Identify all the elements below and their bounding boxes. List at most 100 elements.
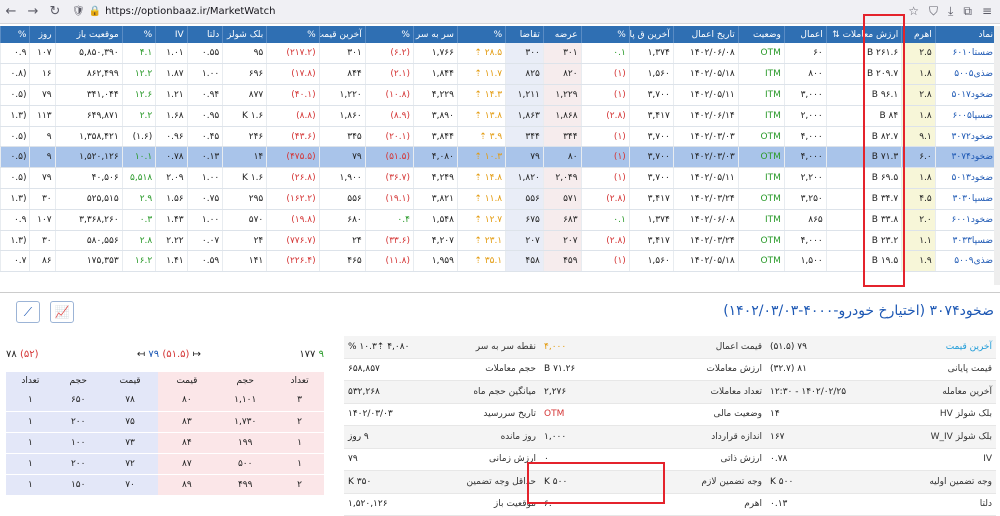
table-row[interactable]: ضخود۶۰۰۱۲.۰۳۳.۸ B۸۶۵ITM۱۴۰۲/۰۶/۰۸۱,۳۷۴۰.… [1, 209, 997, 230]
symbol-cell[interactable]: ضسپا۶۰۰۵ [935, 105, 996, 126]
table-row[interactable]: ضخود۳۰۷۴۶.۰۷۱.۳ B۴,۰۰۰OTM۱۴۰۲/۰۳/۰۳۳,۷۰۰… [1, 147, 997, 168]
orderbook-cell: ۷۳ [102, 432, 159, 453]
table-cell: ۷۹ [30, 85, 55, 106]
symbol-cell[interactable]: ضخود۶۰۰۱ [935, 209, 996, 230]
column-header[interactable]: وضعیت [738, 26, 784, 43]
table-row[interactable]: ضسپا۶۰۰۵۱.۸۸۴ B۲,۰۰۰ITM۱۴۰۲/۰۶/۱۴۳,۴۱۷(۲… [1, 105, 997, 126]
column-header[interactable]: % [1, 26, 30, 43]
symbol-cell[interactable]: ضخود۳۰۷۲ [935, 126, 996, 147]
symbol-cell[interactable]: ضخود۳۰۷۴ [935, 147, 996, 168]
payoff-chart-button[interactable]: ⟋ [16, 301, 40, 323]
column-header[interactable]: IV [156, 26, 187, 43]
table-cell: ITM [738, 85, 784, 106]
info-cell: دلتا۰.۱۳ [766, 499, 996, 509]
info-label: آخرین معامله [942, 387, 992, 397]
info-value: OTM [544, 409, 564, 419]
table-row[interactable]: ضخود۵۰۱۷۲.۸۹۶.۱ B۳,۰۰۰ITM۱۴۰۲/۰۵/۱۱۳,۷۰۰… [1, 85, 997, 106]
table-cell: ۳,۷۰۰ [629, 85, 673, 106]
table-cell: (۲.۸) [581, 105, 629, 126]
forward-icon[interactable]: → [22, 1, 44, 23]
table-cell: ۳,۷۰۰ [629, 168, 673, 189]
table-cell: ۲.۲۲ [156, 230, 187, 251]
column-header[interactable]: اعمال [784, 26, 826, 43]
orderbook-cell: ۶۵۰ [55, 390, 102, 411]
table-cell: ۲.۰ [902, 209, 936, 230]
orderbook-row[interactable]: ۱۲۰۰۷۵۸۳۱,۷۳۰۲ [6, 411, 324, 432]
address-bar[interactable]: 🛡 🔒 https://optionbaaz.ir/MarketWatch [72, 3, 902, 21]
info-value: ۰.۱۳ [770, 499, 787, 509]
table-row[interactable]: ضخود۵۰۱۳۱.۸۶۹.۵ B۲,۲۰۰ITM۱۴۰۲/۰۵/۱۱۳,۷۰۰… [1, 168, 997, 189]
orderbook-row[interactable]: ۱۲۰۰۷۲۸۷۵۰۰۱ [6, 453, 324, 474]
table-cell: ۰.۹۵ [187, 105, 223, 126]
column-header[interactable]: موقعیت باز [55, 26, 122, 43]
symbol-cell[interactable]: ضسپا۳۰۳۰ [935, 189, 996, 210]
symbol-cell[interactable]: ضستا۶۰۱۰ [935, 43, 996, 64]
column-header[interactable]: بلک شولز [223, 26, 267, 43]
table-cell: ۲۴ [223, 230, 267, 251]
column-header[interactable]: تقاضا [506, 26, 544, 43]
right-count: ۱۷۷ [299, 349, 315, 360]
pocket-icon[interactable]: ⛉ [929, 4, 938, 19]
chart-line-button[interactable]: 📈 [50, 301, 74, 323]
column-header[interactable]: % [581, 26, 629, 43]
symbol-cell[interactable]: ضذی۵۰۰۹ [935, 251, 996, 272]
column-header[interactable]: % [365, 26, 413, 43]
table-cell: ۴۰,۵۰۶ [55, 168, 122, 189]
table-cell: ۱۰.۳ ⇡ [457, 147, 505, 168]
column-header[interactable]: تاریخ اعمال [673, 26, 738, 43]
table-cell: (۱۹.۸) [267, 209, 319, 230]
table-row[interactable]: ضذی۵۰۰۹۱.۹۱۹.۵ B۱,۵۰۰OTM۱۴۰۲/۰۵/۱۸۱,۵۶۰(… [1, 251, 997, 272]
extensions-icon[interactable]: ⧉ [963, 4, 972, 19]
grid-scrollbar[interactable] [994, 26, 1000, 285]
table-cell: ۳۰ [30, 189, 55, 210]
table-cell: ۱,۸۶۸ [543, 105, 581, 126]
column-header[interactable]: دلتا [187, 26, 223, 43]
orderbook-row[interactable]: ۱۶۵۰۷۸۸۰۱,۱۰۱۳ [6, 390, 324, 411]
table-row[interactable]: ضذی۵۰۰۵۱.۸۲۰۹.۷ B۸۰۰ITM۱۴۰۲/۰۵/۱۸۱,۵۶۰(۱… [1, 64, 997, 85]
back-icon[interactable]: ← [0, 1, 22, 23]
table-cell: ۱۴۱ [223, 251, 267, 272]
table-cell: ۴۵۹ [543, 251, 581, 272]
table-cell: ۳۴۱,۰۴۴ [55, 85, 122, 106]
table-cell: ۲.۹ [122, 189, 156, 210]
symbol-cell[interactable]: ضسپا۳۰۳۳ [935, 230, 996, 251]
table-cell: ۸۷۷ [223, 85, 267, 106]
table-row[interactable]: ضخود۳۰۷۲۹.۱۸۲.۷ B۴,۰۰۰OTM۱۴۰۲/۰۳/۰۳۳,۷۰۰… [1, 126, 997, 147]
table-row[interactable]: ضستا۶۰۱۰۲.۵۲۶۱.۶ B۶۰OTM۱۴۰۲/۰۶/۰۸۱,۳۷۴۰.… [1, 43, 997, 64]
orderbook-row[interactable]: ۱۱۰۰۷۳۸۴۱۹۹۱ [6, 432, 324, 453]
column-header[interactable]: آخرین قیمت [319, 26, 365, 43]
table-cell: ۱.۰۰ [187, 209, 223, 230]
bookmark-star-icon[interactable]: ☆ [908, 4, 919, 19]
table-cell: ۲.۲ [122, 105, 156, 126]
symbol-cell[interactable]: ضذی۵۰۰۵ [935, 64, 996, 85]
table-cell: ۰.۱ [581, 43, 629, 64]
column-header[interactable]: نماد [935, 26, 996, 43]
column-header[interactable]: سر به سر [413, 26, 457, 43]
table-cell: ۳۰ [30, 230, 55, 251]
table-cell: ۱.۶۸ [156, 105, 187, 126]
download-icon[interactable]: ⤓ [948, 4, 953, 19]
column-header[interactable]: % [267, 26, 319, 43]
menu-icon[interactable]: ≡ [982, 4, 992, 19]
reload-icon[interactable]: ↻ [44, 1, 66, 23]
column-header[interactable]: % [122, 26, 156, 43]
column-header[interactable]: آخرین ق پایه [629, 26, 673, 43]
table-cell: (۱) [581, 126, 629, 147]
column-header[interactable]: اهرم [902, 26, 936, 43]
column-header[interactable]: % [457, 26, 505, 43]
table-cell: ۴,۲۰۷ [413, 230, 457, 251]
orderbook-row[interactable]: ۱۱۵۰۷۰۸۹۴۹۹۲ [6, 474, 324, 495]
column-header[interactable]: روز [30, 26, 55, 43]
table-cell: ۱,۹۵۹ [413, 251, 457, 272]
table-row[interactable]: ضسپا۳۰۳۳۱.۱۲۳.۲ B۴,۰۰۰OTM۱۴۰۲/۰۳/۲۴۳,۴۱۷… [1, 230, 997, 251]
table-cell: ۱,۸۲۰ [506, 168, 544, 189]
table-cell: ۷۹ [506, 147, 544, 168]
table-row[interactable]: ضسپا۳۰۳۰۴.۵۳۴.۷ B۳,۲۵۰OTM۱۴۰۲/۰۳/۲۴۳,۴۱۷… [1, 189, 997, 210]
column-header[interactable]: عرضه [543, 26, 581, 43]
symbol-cell[interactable]: ضخود۵۰۱۷ [935, 85, 996, 106]
table-cell: (۴۳.۶) [267, 126, 319, 147]
orderbook-cell: ۱ [6, 453, 55, 474]
table-cell: ۱.۸ [902, 168, 936, 189]
symbol-cell[interactable]: ضخود۵۰۱۳ [935, 168, 996, 189]
info-row: آخرین قیمت۷۹ (۵۱.۵)قیمت اعمال۴,۰۰۰نقطه س… [344, 336, 996, 359]
